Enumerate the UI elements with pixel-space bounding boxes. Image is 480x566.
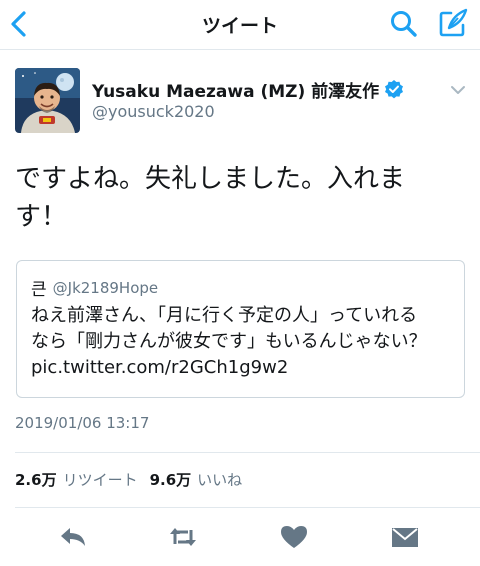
retweet-button[interactable] [166, 520, 200, 554]
quoted-author-handle: @Jk2189Hope [52, 278, 159, 297]
reply-button[interactable] [56, 520, 90, 554]
tweet-text-line: ですよね。失礼しました。入れま [15, 164, 406, 194]
divider [15, 452, 480, 453]
like-button[interactable] [277, 520, 311, 554]
quoted-tweet-header: 큰 @Jk2189Hope [31, 275, 159, 301]
timestamp: 2019/01/06 13:17 [15, 414, 150, 432]
like-count[interactable]: 9.6万 [150, 469, 192, 490]
nav-bar: ツイート [0, 0, 480, 50]
compose-icon [439, 8, 468, 37]
quoted-tweet-text: ねえ前澤さん、「月に行く予定の人」っていれる なら「剛力さんが彼女です」もいるん… [31, 303, 456, 381]
retweet-label[interactable]: リツイート [63, 469, 138, 490]
reply-icon [61, 528, 85, 546]
author-row[interactable]: Yusaku Maezawa (MZ) 前澤友作 [92, 77, 404, 102]
message-button[interactable] [388, 520, 422, 554]
tweet-text: ですよね。失礼しました。入れま す！ [15, 160, 465, 236]
quoted-tweet[interactable]: 큰 @Jk2189Hope ねえ前澤さん、「月に行く予定の人」っていれる なら「… [16, 260, 465, 398]
retweet-count[interactable]: 2.6万 [15, 469, 57, 490]
quoted-text-line: なら「剛力さんが彼女です」もいるんじゃない？ [31, 331, 427, 352]
divider [15, 507, 480, 508]
chevron-down-icon [451, 86, 465, 94]
compose-button[interactable] [437, 7, 469, 39]
avatar[interactable] [15, 68, 80, 133]
quoted-author-name: 큰 [31, 280, 47, 300]
search-icon [391, 11, 417, 37]
like-label[interactable]: いいね [197, 469, 242, 490]
like-icon [281, 526, 307, 548]
stats-row: 2.6万 リツイート 9.6万 いいね [15, 469, 254, 490]
verified-badge-icon [385, 80, 404, 99]
quoted-text-line: ねえ前澤さん、「月に行く予定の人」っていれる [31, 305, 418, 326]
tweet-menu-button[interactable] [449, 82, 467, 96]
tweet-text-line: す！ [15, 202, 68, 232]
quoted-link[interactable]: pic.twitter.com/r2GCh1g9w2 [31, 355, 456, 381]
message-icon [392, 528, 418, 547]
search-button[interactable] [389, 9, 419, 39]
author-handle[interactable]: @yousuck2020 [92, 102, 215, 121]
retweet-icon [170, 528, 196, 546]
author-name: Yusaku Maezawa (MZ) 前澤友作 [92, 81, 380, 102]
